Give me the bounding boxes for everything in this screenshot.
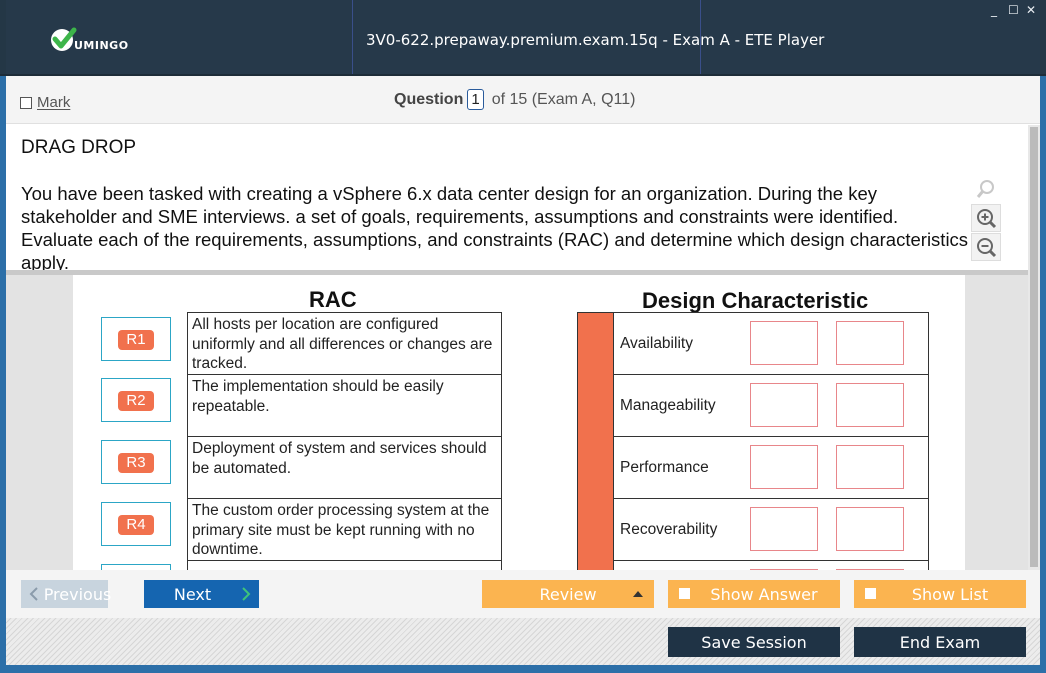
maximize-icon[interactable]: ☐ <box>1008 4 1019 16</box>
drop-target[interactable] <box>836 321 904 365</box>
design-characteristic-bar <box>577 312 614 570</box>
session-bar: Save Session End Exam <box>6 618 1040 665</box>
review-label[interactable]: Review <box>539 585 596 604</box>
checkbox-icon[interactable] <box>865 588 876 599</box>
minimize-icon[interactable]: _ <box>991 4 997 16</box>
characteristic-label: Availability <box>620 335 693 352</box>
characteristic-label: Performance <box>620 459 709 476</box>
characteristic-row <box>614 561 928 570</box>
rac-table: All hosts per location are configured un… <box>187 312 502 570</box>
question-number-input[interactable]: 1 <box>467 89 484 110</box>
window-border-bottom <box>0 665 1046 673</box>
vertical-scrollbar[interactable] <box>1028 125 1040 570</box>
rac-chip[interactable]: R2 <box>101 378 171 422</box>
rac-title: RAC <box>309 287 357 312</box>
question-text-pane: DRAG DROP You have been tasked with crea… <box>6 125 1028 270</box>
window-title: 3V0-622.prepaway.premium.exam.15q - Exam… <box>366 31 825 49</box>
rac-chip-label[interactable]: R2 <box>118 391 154 411</box>
previous-button[interactable]: Previous <box>21 580 111 608</box>
title-bar: UMINGO 3V0-622.prepaway.premium.exam.15q… <box>0 0 1046 76</box>
characteristic-label: Recoverability <box>620 521 718 538</box>
show-list-button[interactable]: Show List <box>854 580 1026 608</box>
rac-chip-label[interactable]: R1 <box>118 330 154 350</box>
checkbox-icon[interactable] <box>679 588 690 599</box>
characteristic-row: Manageability <box>614 375 928 437</box>
show-answer-button[interactable]: Show Answer <box>668 580 840 608</box>
drop-target[interactable] <box>750 383 818 427</box>
end-exam-button[interactable]: End Exam <box>854 627 1026 657</box>
save-session-button[interactable]: Save Session <box>668 627 840 657</box>
zoom-controls <box>971 175 1003 263</box>
rac-chip-label[interactable]: R3 <box>118 453 154 473</box>
logo-text: UMINGO <box>74 39 129 52</box>
question-of-text: of 15 (Exam A, Q11) <box>491 90 636 108</box>
drag-drop-exhibit: RAC Design Characteristic R1 R2 R3 R4 Al… <box>73 275 965 570</box>
rac-row-text: The implementation should be easily repe… <box>188 375 501 437</box>
review-button[interactable]: Review <box>482 580 654 608</box>
rac-chip[interactable]: R4 <box>101 502 171 546</box>
window-border-right <box>1040 76 1046 665</box>
question-counter: Question 1 of 15 (Exam A, Q11) <box>394 89 635 110</box>
next-label[interactable]: Next <box>174 585 211 604</box>
rac-chip-label[interactable]: R4 <box>118 515 154 535</box>
chevron-right-icon <box>242 587 251 601</box>
caret-up-icon <box>633 591 643 597</box>
rac-chip[interactable]: R3 <box>101 440 171 484</box>
show-answer-label[interactable]: Show Answer <box>710 585 817 604</box>
rac-row-text: Deployment of system and services should… <box>188 437 501 499</box>
zoom-search-icon[interactable] <box>971 175 1001 203</box>
question-header: Mark Question 1 of 15 (Exam A, Q11) <box>6 76 1040 124</box>
rac-chip[interactable]: R1 <box>101 317 171 361</box>
drop-target[interactable] <box>750 445 818 489</box>
rac-row-text: The custom order processing system at th… <box>188 499 501 561</box>
show-list-label[interactable]: Show List <box>912 585 988 604</box>
checkbox-icon[interactable] <box>20 96 32 109</box>
drop-target[interactable] <box>750 321 818 365</box>
close-icon[interactable]: ✕ <box>1026 4 1036 16</box>
drop-target[interactable] <box>836 445 904 489</box>
drop-target[interactable] <box>836 507 904 551</box>
next-button[interactable]: Next <box>144 580 259 608</box>
scrollbar-thumb[interactable] <box>1030 127 1038 567</box>
mark-label[interactable]: Mark <box>37 94 70 111</box>
title-divider <box>352 0 353 74</box>
navigation-bar: Previous Next Review Show Answer Show Li… <box>6 570 1040 618</box>
rac-row-text: All hosts per location are configured un… <box>188 313 501 375</box>
rac-row-text <box>188 561 501 570</box>
drop-target[interactable] <box>836 383 904 427</box>
question-type: DRAG DROP <box>21 137 137 158</box>
question-label: Question <box>394 90 464 108</box>
question-body: You have been tasked with creating a vSp… <box>21 183 969 270</box>
zoom-in-icon[interactable] <box>971 204 1001 232</box>
exhibit-area: RAC Design Characteristic R1 R2 R3 R4 Al… <box>6 275 1028 570</box>
zoom-out-icon[interactable] <box>971 233 1001 261</box>
characteristic-row: Performance <box>614 437 928 499</box>
characteristic-label: Manageability <box>620 397 716 414</box>
design-characteristic-table: Availability Manageability Performance R… <box>614 312 929 570</box>
design-characteristic-title: Design Characteristic <box>642 288 869 313</box>
chevron-left-icon <box>29 587 38 601</box>
previous-label[interactable]: Previous <box>44 585 112 604</box>
characteristic-row: Recoverability <box>614 499 928 561</box>
drop-target[interactable] <box>750 507 818 551</box>
characteristic-row: Availability <box>614 313 928 375</box>
mark-checkbox[interactable]: Mark <box>20 94 70 111</box>
